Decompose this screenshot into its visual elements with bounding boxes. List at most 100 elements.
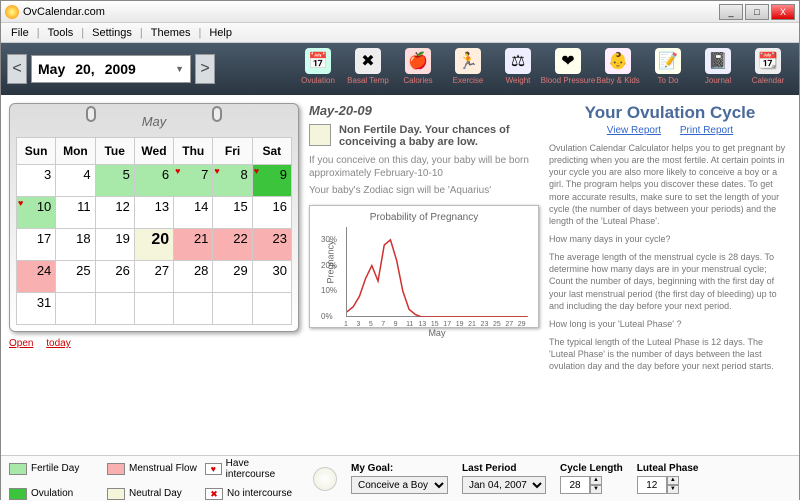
next-date-button[interactable]: >	[195, 54, 215, 84]
calendar-day[interactable]: ♥7	[174, 165, 213, 197]
minimize-button[interactable]: _	[719, 4, 743, 20]
calendar-today-link[interactable]: today	[46, 338, 70, 349]
date-month: May	[38, 61, 65, 77]
menu-settings[interactable]: Settings	[86, 25, 138, 41]
legend-x-icon: ✖	[205, 488, 223, 500]
calendar-day[interactable]: 29	[213, 261, 252, 293]
info-title: Your Ovulation Cycle	[549, 103, 791, 123]
calendar-day[interactable]: 25	[56, 261, 95, 293]
legend-ovulation-swatch	[9, 488, 27, 500]
calendar-day[interactable]	[213, 293, 252, 325]
calendar-day[interactable]	[95, 293, 134, 325]
calendar-day[interactable]: 24	[17, 261, 56, 293]
calendar-day[interactable]: 17	[17, 229, 56, 261]
luteal-down[interactable]: ▼	[667, 485, 679, 494]
day-type-swatch	[309, 124, 331, 146]
flower-icon	[313, 467, 337, 491]
calendar-day[interactable]: 13	[134, 197, 173, 229]
calendar-day[interactable]: 15	[213, 197, 252, 229]
calendar-day[interactable]: 22	[213, 229, 252, 261]
date-display[interactable]: May 20, 2009 ▼	[31, 55, 191, 83]
date-dropdown-icon[interactable]: ▼	[175, 64, 184, 74]
toolbar-calories[interactable]: 🍎Calories	[393, 46, 443, 92]
menu-themes[interactable]: Themes	[145, 25, 197, 41]
calendar-day[interactable]: ♥9	[252, 165, 291, 197]
calendar-day[interactable]	[56, 293, 95, 325]
calendar-day[interactable]: 14	[174, 197, 213, 229]
calendar-day[interactable]	[134, 293, 173, 325]
print-report-link[interactable]: Print Report	[680, 125, 733, 136]
dow-header: Sun	[17, 138, 56, 165]
chart-title: Probability of Pregnancy	[316, 212, 532, 223]
selected-date-heading: May-20-09	[309, 103, 539, 118]
toolbar-calendar[interactable]: 📆Calendar	[743, 46, 793, 92]
menu-help[interactable]: Help	[203, 25, 238, 41]
dow-header: Thu	[174, 138, 213, 165]
app-icon	[5, 5, 19, 19]
footer: Fertile Day Menstrual Flow ♥Have interco…	[1, 455, 799, 501]
calendar-day[interactable]: 28	[174, 261, 213, 293]
luteal-input[interactable]	[637, 476, 667, 494]
calendar-day[interactable]: 3	[17, 165, 56, 197]
dow-header: Mon	[56, 138, 95, 165]
dow-header: Wed	[134, 138, 173, 165]
menu-file[interactable]: File	[5, 25, 35, 41]
calendar-day[interactable]: 27	[134, 261, 173, 293]
toolbar: < May 20, 2009 ▼ > 📅Ovulation✖Basal Temp…	[1, 43, 799, 95]
close-button[interactable]: X	[771, 4, 795, 20]
toolbar-ovulation[interactable]: 📅Ovulation	[293, 46, 343, 92]
goal-select[interactable]: Conceive a Boy	[351, 476, 448, 494]
dow-header: Sat	[252, 138, 291, 165]
calendar-day[interactable]: 19	[95, 229, 134, 261]
calendar-day[interactable]: ♥8	[213, 165, 252, 197]
calendar-day[interactable]: 12	[95, 197, 134, 229]
calendar-day[interactable]: 30	[252, 261, 291, 293]
calendar-day[interactable]: 21	[174, 229, 213, 261]
legend-menstrual-swatch	[107, 463, 125, 475]
window-title: OvCalendar.com	[23, 6, 719, 18]
legend-heart-icon: ♥	[205, 463, 222, 475]
maximize-button[interactable]: □	[745, 4, 769, 20]
legend: Fertile Day Menstrual Flow ♥Have interco…	[9, 458, 299, 500]
window-titlebar: OvCalendar.com _ □ X	[1, 1, 799, 23]
period-label: Last Period	[462, 463, 546, 474]
menubar: File| Tools| Settings| Themes| Help	[1, 23, 799, 43]
legend-fertile-swatch	[9, 463, 27, 475]
luteal-up[interactable]: ▲	[667, 476, 679, 485]
prev-date-button[interactable]: <	[7, 54, 27, 84]
calendar-month: May	[142, 114, 167, 129]
calendar-day[interactable]: 31	[17, 293, 56, 325]
calendar-day[interactable]: 5	[95, 165, 134, 197]
calendar-day[interactable]: 11	[56, 197, 95, 229]
toolbar-bp[interactable]: ❤Blood Pressure	[543, 46, 593, 92]
calendar-open-link[interactable]: Open	[9, 338, 33, 349]
toolbar-exercise[interactable]: 🏃Exercise	[443, 46, 493, 92]
calendar-day[interactable]: 26	[95, 261, 134, 293]
cycle-input[interactable]	[560, 476, 590, 494]
dow-header: Tue	[95, 138, 134, 165]
date-year: 2009	[105, 61, 136, 77]
calendar-widget: May SunMonTueWedThuFriSat3456♥7♥8♥9♥1011…	[9, 103, 299, 332]
day-type-text: Non Fertile Day. Your chances of conceiv…	[339, 124, 539, 148]
toolbar-journal[interactable]: 📓Journal	[693, 46, 743, 92]
cycle-down[interactable]: ▼	[590, 485, 602, 494]
calendar-day[interactable]: 18	[56, 229, 95, 261]
calendar-day[interactable]: 16	[252, 197, 291, 229]
calendar-day[interactable]: ♥10	[17, 197, 56, 229]
calendar-day[interactable]: 4	[56, 165, 95, 197]
cycle-up[interactable]: ▲	[590, 476, 602, 485]
legend-neutral-swatch	[107, 488, 125, 500]
calendar-day[interactable]	[174, 293, 213, 325]
view-report-link[interactable]: View Report	[607, 125, 661, 136]
calendar-day[interactable]	[252, 293, 291, 325]
calendar-day[interactable]: 23	[252, 229, 291, 261]
toolbar-weight[interactable]: ⚖Weight	[493, 46, 543, 92]
chart-xlabel: May	[428, 328, 445, 338]
toolbar-basal[interactable]: ✖Basal Temp	[343, 46, 393, 92]
menu-tools[interactable]: Tools	[42, 25, 80, 41]
toolbar-todo[interactable]: 📝To Do	[643, 46, 693, 92]
toolbar-baby[interactable]: 👶Baby & Kids	[593, 46, 643, 92]
calendar-day[interactable]: 6	[134, 165, 173, 197]
period-select[interactable]: Jan 04, 2007	[462, 476, 546, 494]
calendar-day[interactable]: 20	[134, 229, 173, 261]
